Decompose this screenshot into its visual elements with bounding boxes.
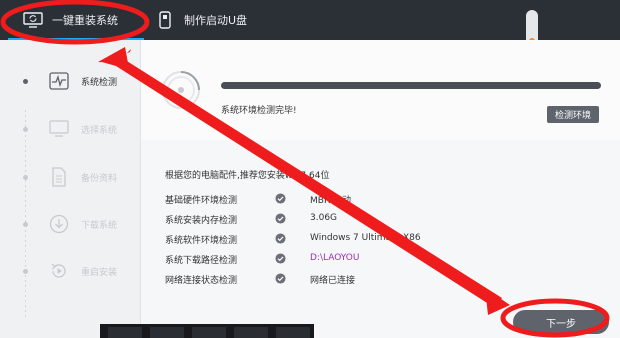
taskbar: [100, 324, 314, 338]
sidebar-item-label: 系统检测: [81, 77, 118, 88]
sidebar-item-label: 重启安装: [81, 267, 118, 278]
detect-environment-button[interactable]: 检测环境: [547, 106, 599, 123]
check-circle-icon: [275, 213, 286, 224]
check-value: Windows 7 Ultimate X86: [310, 233, 421, 243]
progress-fill: [221, 82, 601, 89]
check-row: 网络连接状态检测 网络已连接: [165, 273, 605, 287]
usb-drive-icon: [154, 11, 176, 29]
step-dot: [23, 268, 28, 274]
restart-icon: [48, 260, 70, 282]
check-circle-icon: [275, 253, 286, 264]
document-icon: [48, 166, 70, 188]
taskbar-item[interactable]: [192, 327, 226, 338]
sidebar-item-system-detect[interactable]: 系统检测: [0, 65, 140, 97]
step-dot: [23, 78, 28, 84]
check-row: 基础硬件环境检测 MBR 启动: [165, 193, 605, 207]
sidebar-item-download-system[interactable]: 下载系统: [0, 208, 140, 240]
sidebar-item-restart-install[interactable]: 重启安装: [0, 255, 140, 287]
detection-panel: 系统环境检测完毕! 检测环境: [141, 40, 620, 140]
check-value: D:\LAOYOU: [310, 253, 360, 263]
check-label: 系统软件环境检测: [165, 236, 238, 246]
check-row: 系统软件环境检测 Windows 7 Ultimate X86: [165, 233, 605, 247]
check-row: 系统安装内存检测 3.06G: [165, 213, 605, 227]
tab-label: 一键重装系统: [52, 14, 118, 27]
check-label: 基础硬件环境检测: [165, 196, 238, 206]
sidebar-item-label: 下载系统: [81, 220, 118, 231]
download-icon: [48, 213, 70, 235]
step-dot: [23, 221, 28, 227]
check-label: 系统安装内存检测: [165, 216, 238, 226]
check-circle-icon: [275, 233, 286, 244]
step-dot: [23, 174, 28, 180]
detection-progress-bar: [221, 82, 601, 89]
scan-spinner-icon: [162, 71, 200, 109]
taskbar-item[interactable]: [276, 327, 310, 338]
tab-label: 制作启动U盘: [184, 14, 248, 27]
recommend-text: 根据您的电脑配件,推荐您安装win7 64位: [165, 171, 330, 181]
sidebar: 系统检测 选择系统 备份资料 下载系统 重启安装: [0, 40, 141, 338]
detection-status: 系统环境检测完毕!: [221, 106, 297, 116]
refresh-monitor-icon: [22, 11, 44, 29]
taskbar-item[interactable]: [108, 327, 142, 338]
main-panel: 系统环境检测完毕! 检测环境 根据您的电脑配件,推荐您安装win7 64位 基础…: [141, 40, 620, 338]
tab-one-click-reinstall[interactable]: 一键重装系统: [22, 0, 118, 40]
check-value: 网络已连接: [310, 276, 356, 286]
sidebar-item-label: 选择系统: [81, 125, 118, 136]
taskbar-item[interactable]: [150, 327, 184, 338]
check-label: 系统下载路径检测: [165, 256, 238, 266]
check-circle-icon: [275, 193, 286, 204]
check-circle-icon: [275, 273, 286, 284]
sidebar-item-select-system[interactable]: 选择系统: [0, 113, 140, 145]
pulse-monitor-icon: [48, 70, 70, 92]
tab-make-usb[interactable]: 制作启动U盘: [154, 0, 247, 40]
step-dot: [23, 126, 28, 132]
check-value: 3.06G: [310, 213, 338, 223]
next-step-button[interactable]: 下一步: [513, 310, 609, 334]
monitor-icon: [48, 118, 70, 140]
sidebar-item-label: 备份资料: [81, 173, 118, 184]
sidebar-item-backup-data[interactable]: 备份资料: [0, 161, 140, 193]
check-value: MBR 启动: [310, 196, 352, 206]
check-label: 网络连接状态检测: [165, 276, 238, 286]
taskbar-item[interactable]: [234, 327, 268, 338]
check-row: 系统下载路径检测 D:\LAOYOU: [165, 253, 605, 267]
